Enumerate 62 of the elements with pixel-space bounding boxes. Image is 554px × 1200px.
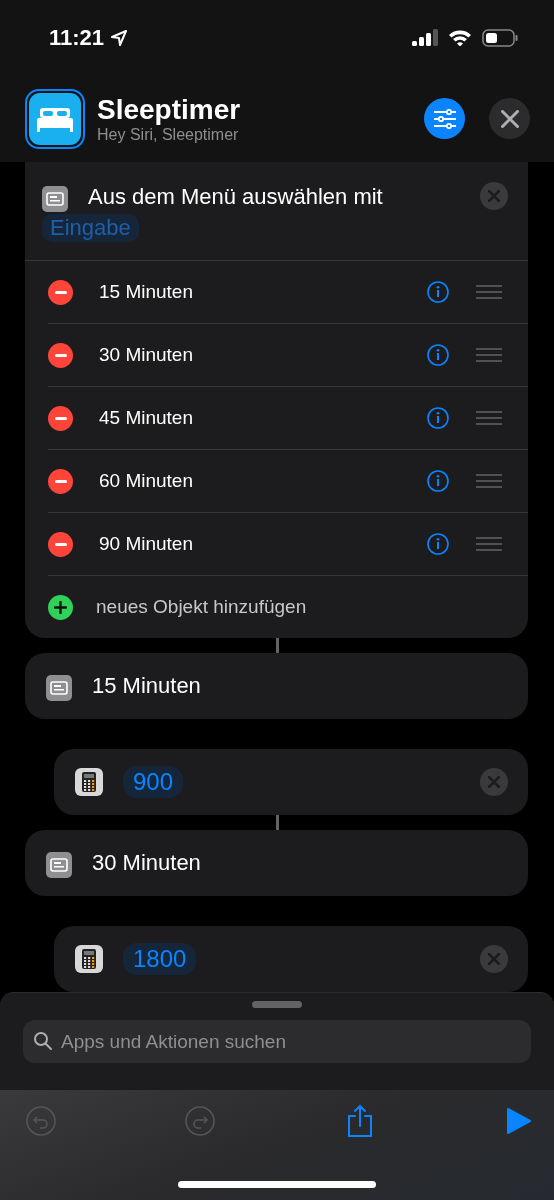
remove-button[interactable] [48,279,73,305]
drag-handle-icon[interactable] [476,348,502,362]
menu-item-label: 30 Minuten [99,344,194,366]
drag-handle-icon[interactable] [476,285,502,299]
menu-item-label: 60 Minuten [99,470,194,492]
settings-icon [432,108,457,129]
close-icon [488,953,500,966]
remove-button[interactable] [48,405,73,431]
calculator-icon [75,768,103,797]
info-icon[interactable] [427,281,449,303]
close-button[interactable] [489,98,530,139]
close-icon [500,109,519,128]
info-icon[interactable] [427,533,449,555]
number-token[interactable]: 1800 [123,943,197,976]
location-arrow-icon [110,28,129,47]
calculator-icon [75,945,103,974]
redo-icon [185,1106,216,1136]
battery-icon [482,28,518,47]
action-title: Aus dem Menü auswählen mit [88,183,384,210]
list-icon [42,186,68,212]
minus-icon [54,416,67,420]
case-label: 30 Minuten [92,850,202,877]
drag-handle-icon[interactable] [476,537,502,551]
drag-handle-icon[interactable] [476,474,502,488]
bed-icon [36,105,74,132]
minus-icon [54,542,67,546]
sheet-handle[interactable] [252,1001,302,1008]
info-icon[interactable] [427,344,449,366]
search-field[interactable]: Apps und Aktionen suchen [23,1020,531,1063]
minus-icon [54,290,67,294]
info-icon[interactable] [427,407,449,429]
search-icon [33,1031,53,1051]
list-icon [46,675,72,702]
close-icon [488,776,500,789]
add-button[interactable] [48,594,73,620]
undo-icon [26,1106,56,1136]
app-icon[interactable] [25,88,85,149]
list-icon [46,852,72,879]
status-time: 11:21 [49,24,105,51]
menu-item-label: 15 Minuten [99,281,194,303]
number-token[interactable]: 900 [123,766,184,799]
case-label: 15 Minuten [92,673,202,700]
remove-button[interactable] [48,342,73,368]
minus-icon [54,353,67,357]
signal-icon [412,29,438,46]
siri-phrase: Hey Siri, Sleeptimer [97,125,240,144]
wifi-icon [448,29,472,46]
plus-icon [54,600,67,614]
shortcut-title: Sleeptimer [97,93,242,126]
remove-button[interactable] [48,468,73,494]
close-icon [488,190,500,202]
settings-button[interactable] [424,98,465,139]
minus-icon [54,479,67,483]
remove-button[interactable] [48,531,73,557]
drag-handle-icon[interactable] [476,411,502,425]
menu-item-label: 90 Minuten [99,533,194,555]
info-icon[interactable] [427,470,449,492]
menu-item-label: 45 Minuten [99,407,194,429]
play-icon [507,1107,531,1135]
share-icon [345,1104,374,1138]
variable-token[interactable]: Eingabe [42,214,139,242]
add-item-label[interactable]: neues Objekt hinzufügen [96,596,502,618]
